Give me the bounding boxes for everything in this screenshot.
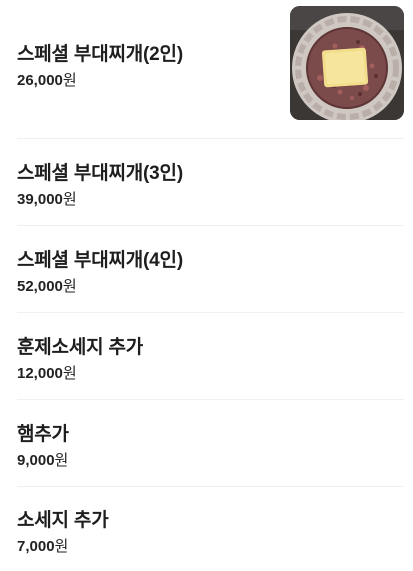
menu-item-name: 햄추가: [17, 424, 69, 445]
menu-item-price: 12,000원: [17, 365, 77, 382]
menu-list: 스페셜 부대찌개(2인) 26,000원 스페셜 부대찌개(3인) 39,000…: [0, 0, 413, 571]
menu-item-price: 26,000원: [17, 72, 77, 89]
menu-item-smoked-sausage[interactable]: 훈제소세지 추가 12,000원: [0, 313, 413, 400]
menu-item-price: 9,000원: [17, 452, 69, 469]
menu-item-name: 스페셜 부대찌개(3인): [17, 163, 183, 184]
menu-item-ham-add[interactable]: 햄추가 9,000원: [0, 400, 413, 487]
menu-item-name: 스페셜 부대찌개(2인): [17, 44, 183, 65]
menu-item-price: 39,000원: [17, 191, 77, 208]
menu-item-name: 스페셜 부대찌개(4인): [17, 250, 183, 271]
menu-item-price: 7,000원: [17, 538, 69, 555]
menu-item-special-budae-2[interactable]: 스페셜 부대찌개(2인) 26,000원: [0, 0, 413, 139]
menu-item-name: 소세지 추가: [17, 510, 109, 531]
menu-item-photo[interactable]: [290, 6, 404, 120]
menu-item-name: 훈제소세지 추가: [17, 337, 144, 358]
menu-item-special-budae-4[interactable]: 스페셜 부대찌개(4인) 52,000원: [0, 226, 413, 313]
menu-item-sausage-add[interactable]: 소세지 추가 7,000원: [0, 487, 413, 571]
menu-item-special-budae-3[interactable]: 스페셜 부대찌개(3인) 39,000원: [0, 139, 413, 226]
budae-jjigae-image: [290, 6, 404, 120]
menu-item-price: 52,000원: [17, 278, 77, 295]
